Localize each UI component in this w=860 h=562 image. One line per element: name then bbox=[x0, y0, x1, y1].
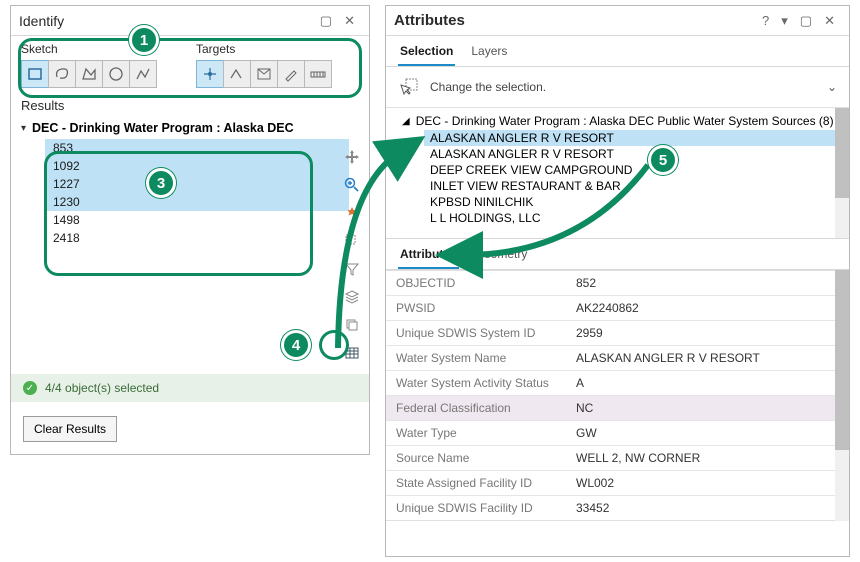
maximize-icon[interactable]: ▢ bbox=[314, 11, 338, 31]
callout-5: 5 bbox=[648, 145, 678, 175]
grid-scrollbar[interactable] bbox=[835, 270, 849, 521]
grid-row[interactable]: Source NameWELL 2, NW CORNER bbox=[386, 446, 835, 471]
attributes-titlebar: Attributes ? ▾ ▢ ✕ bbox=[386, 6, 849, 36]
grid-value: WL002 bbox=[566, 471, 835, 495]
main-tabs: Selection Layers bbox=[386, 36, 849, 67]
cursor-select-icon bbox=[398, 77, 420, 97]
grid-value: 2959 bbox=[566, 321, 835, 345]
callout-4: 4 bbox=[281, 330, 311, 360]
dropdown-icon[interactable]: ▾ bbox=[775, 11, 794, 31]
tree-scrollbar[interactable] bbox=[835, 108, 849, 238]
grid-key: Water Type bbox=[386, 421, 566, 445]
results-label: Results bbox=[11, 96, 369, 115]
identify-titlebar: Identify ▢ ✕ bbox=[11, 6, 369, 36]
grid-value: 33452 bbox=[566, 496, 835, 520]
grid-value: ALASKAN ANGLER R V RESORT bbox=[566, 346, 835, 370]
grid-value: GW bbox=[566, 421, 835, 445]
clear-results-button[interactable]: Clear Results bbox=[23, 416, 117, 442]
check-icon: ✓ bbox=[23, 381, 37, 395]
callout-3: 3 bbox=[146, 168, 176, 198]
grid-row[interactable]: Water TypeGW bbox=[386, 421, 835, 446]
tree-title: DEC - Drinking Water Program : Alaska DE… bbox=[416, 114, 834, 128]
results-layer-header[interactable]: ▾ DEC - Drinking Water Program : Alaska … bbox=[11, 119, 369, 137]
grid-row[interactable]: Unique SDWIS Facility ID33452 bbox=[386, 496, 835, 520]
tab-selection[interactable]: Selection bbox=[398, 40, 455, 66]
tree-layer-header[interactable]: ◢ DEC - Drinking Water Program : Alaska … bbox=[402, 112, 845, 130]
grid-key: State Assigned Facility ID bbox=[386, 471, 566, 495]
grid-value: A bbox=[566, 371, 835, 395]
grid-value: AK2240862 bbox=[566, 296, 835, 320]
help-icon[interactable]: ? bbox=[756, 11, 775, 30]
annotation-ring-1 bbox=[18, 38, 362, 98]
grid-key: Unique SDWIS Facility ID bbox=[386, 496, 566, 520]
grid-value: WELL 2, NW CORNER bbox=[566, 446, 835, 470]
tab-layers[interactable]: Layers bbox=[469, 40, 509, 66]
chevron-down-icon[interactable]: ⌄ bbox=[827, 80, 837, 94]
change-selection-row[interactable]: Change the selection. ⌄ bbox=[386, 67, 849, 108]
grid-key: Federal Classification bbox=[386, 396, 566, 420]
close-icon[interactable]: ✕ bbox=[338, 11, 361, 31]
close-icon[interactable]: ✕ bbox=[818, 11, 841, 31]
status-text: 4/4 object(s) selected bbox=[45, 381, 159, 395]
change-selection-label: Change the selection. bbox=[430, 80, 546, 94]
status-bar: ✓ 4/4 object(s) selected bbox=[11, 374, 369, 402]
grid-value: NC bbox=[566, 396, 835, 420]
grid-row[interactable]: Water System Activity StatusA bbox=[386, 371, 835, 396]
grid-row[interactable]: State Assigned Facility IDWL002 bbox=[386, 471, 835, 496]
callout-1: 1 bbox=[129, 25, 159, 55]
chevron-down-icon: ▾ bbox=[21, 123, 26, 134]
annotation-arrow-5-to-attributes bbox=[430, 155, 670, 285]
restore-icon[interactable]: ▢ bbox=[794, 11, 818, 31]
layer-name: DEC - Drinking Water Program : Alaska DE… bbox=[32, 121, 294, 135]
identify-title: Identify bbox=[19, 13, 64, 29]
triangle-down-icon: ◢ bbox=[402, 116, 410, 127]
grid-row[interactable]: Federal ClassificationNC bbox=[386, 396, 835, 421]
grid-key: Source Name bbox=[386, 446, 566, 470]
annotation-ring-3 bbox=[44, 151, 313, 276]
grid-key: Water System Activity Status bbox=[386, 371, 566, 395]
attributes-title: Attributes bbox=[394, 12, 465, 29]
